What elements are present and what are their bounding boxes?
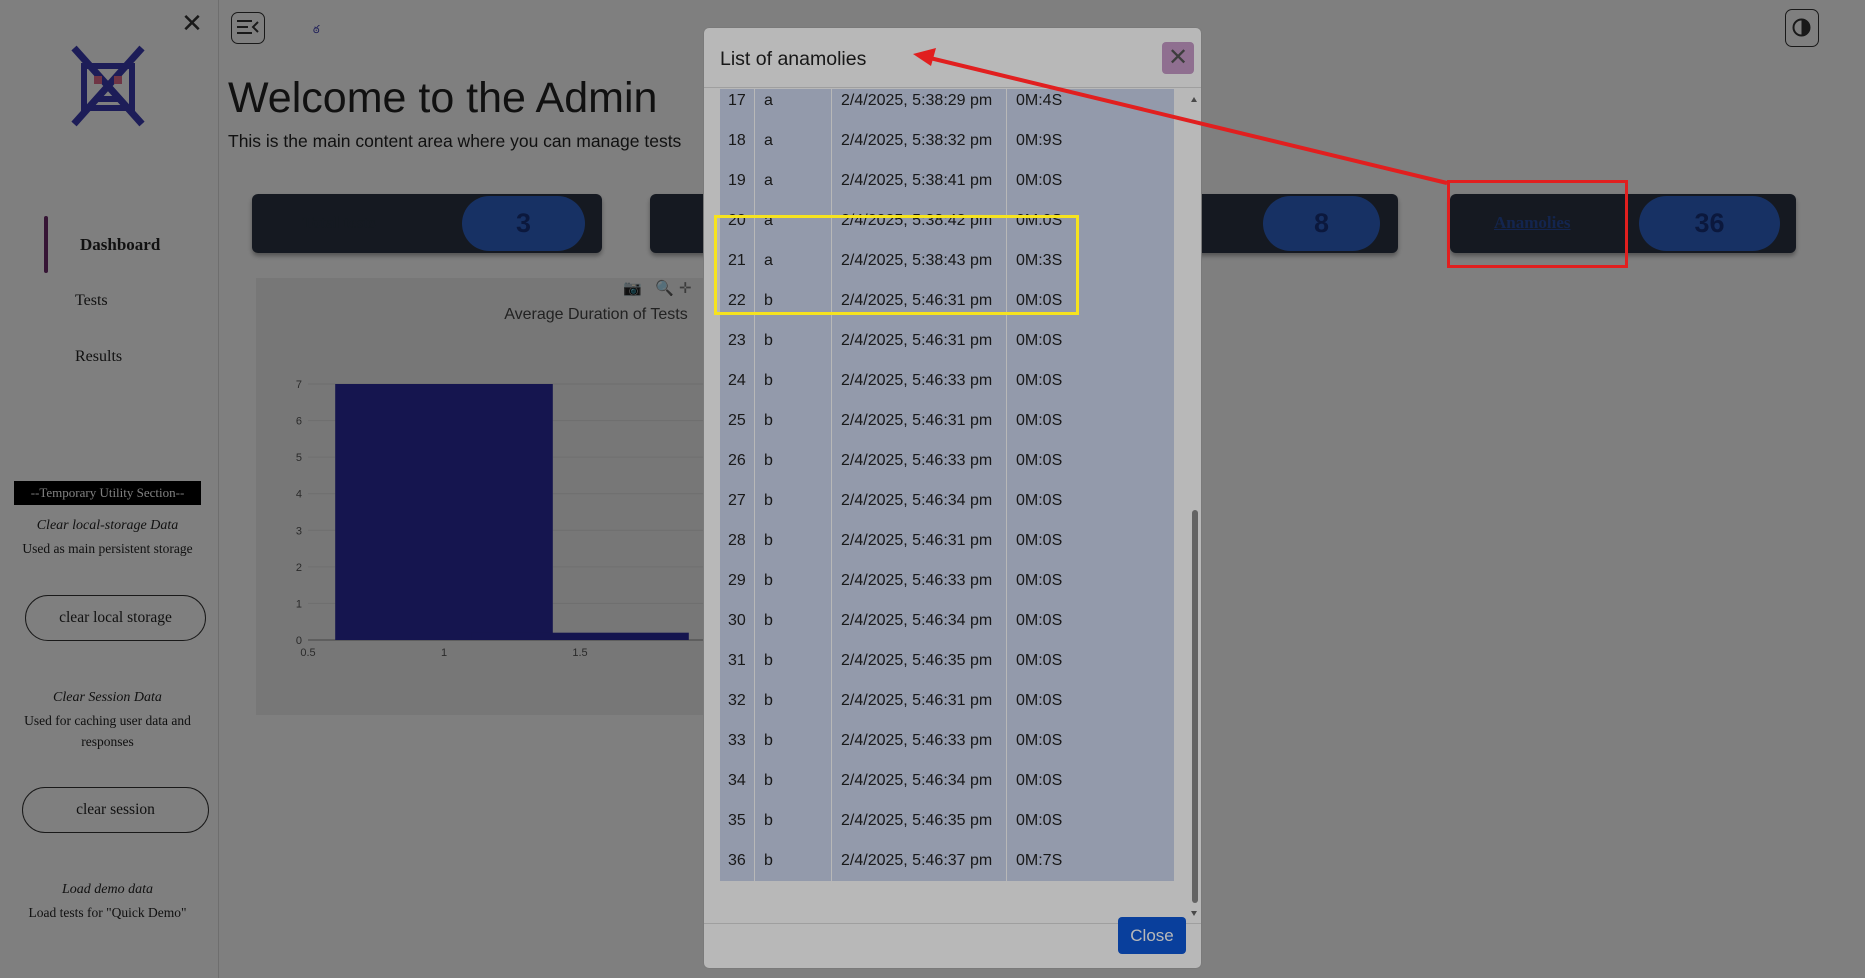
row-number: 28	[728, 532, 746, 549]
highlight-box-yellow	[714, 215, 1079, 315]
row-number: 33	[728, 732, 746, 749]
row-user: a	[764, 92, 773, 109]
table-row: 32 b 2/4/2025, 5:46:31 pm 0M:0S	[720, 681, 1174, 721]
table-row: 31 b 2/4/2025, 5:46:35 pm 0M:0S	[720, 641, 1174, 681]
close-button[interactable]: Close	[1118, 917, 1186, 954]
row-number: 24	[728, 372, 746, 389]
row-duration: 0M:0S	[1016, 332, 1063, 349]
row-number: 17	[728, 92, 746, 109]
row-user: b	[764, 492, 773, 509]
anomalies-table: 17 a 2/4/2025, 5:38:29 pm 0M:4S 18 a 2/4/2025,…	[720, 89, 1174, 881]
row-user: a	[764, 172, 773, 189]
row-duration: 0M:0S	[1016, 812, 1063, 829]
row-number: 25	[728, 412, 746, 429]
row-user: b	[764, 692, 773, 709]
row-duration: 0M:0S	[1016, 412, 1063, 429]
row-number: 19	[728, 172, 746, 189]
modal-header: List of anamolies ✕	[704, 28, 1201, 88]
row-date: 2/4/2025, 5:46:35 pm	[841, 812, 993, 829]
scrollbar-thumb[interactable]	[1192, 510, 1198, 903]
table-row: 25 b 2/4/2025, 5:46:31 pm 0M:0S	[720, 401, 1174, 441]
table-row: 28 b 2/4/2025, 5:46:31 pm 0M:0S	[720, 521, 1174, 561]
table-row: 24 b 2/4/2025, 5:46:33 pm 0M:0S	[720, 361, 1174, 401]
row-user: b	[764, 332, 773, 349]
row-duration: 0M:0S	[1016, 772, 1063, 789]
row-user: b	[764, 612, 773, 629]
row-date: 2/4/2025, 5:38:41 pm	[841, 172, 993, 189]
table-row: 19 a 2/4/2025, 5:38:41 pm 0M:0S	[720, 161, 1174, 201]
row-number: 36	[728, 852, 746, 869]
table-row: 17 a 2/4/2025, 5:38:29 pm 0M:4S	[720, 89, 1174, 121]
close-icon[interactable]: ✕	[1162, 42, 1194, 74]
row-duration: 0M:0S	[1016, 372, 1063, 389]
table-row: 34 b 2/4/2025, 5:46:34 pm 0M:0S	[720, 761, 1174, 801]
row-number: 32	[728, 692, 746, 709]
row-user: b	[764, 652, 773, 669]
row-user: b	[764, 372, 773, 389]
table-row: 27 b 2/4/2025, 5:46:34 pm 0M:0S	[720, 481, 1174, 521]
row-duration: 0M:0S	[1016, 532, 1063, 549]
table-row: 36 b 2/4/2025, 5:46:37 pm 0M:7S	[720, 841, 1174, 881]
row-duration: 0M:4S	[1016, 92, 1063, 109]
row-duration: 0M:0S	[1016, 172, 1063, 189]
modal-title: List of anamolies	[720, 48, 867, 70]
row-number: 27	[728, 492, 746, 509]
row-date: 2/4/2025, 5:46:34 pm	[841, 772, 993, 789]
row-user: b	[764, 732, 773, 749]
row-number: 23	[728, 332, 746, 349]
row-date: 2/4/2025, 5:46:31 pm	[841, 692, 993, 709]
row-user: b	[764, 772, 773, 789]
anomalies-modal: List of anamolies ✕ 17 a 2/4/2025, 5:38:29…	[703, 27, 1202, 969]
row-user: b	[764, 852, 773, 869]
row-date: 2/4/2025, 5:46:37 pm	[841, 852, 993, 869]
row-date: 2/4/2025, 5:46:33 pm	[841, 372, 993, 389]
row-duration: 0M:7S	[1016, 852, 1063, 869]
table-row: 33 b 2/4/2025, 5:46:33 pm 0M:0S	[720, 721, 1174, 761]
row-date: 2/4/2025, 5:46:33 pm	[841, 452, 993, 469]
highlight-box-red	[1447, 180, 1628, 268]
row-user: b	[764, 452, 773, 469]
row-user: b	[764, 532, 773, 549]
row-duration: 0M:0S	[1016, 572, 1063, 589]
row-date: 2/4/2025, 5:46:33 pm	[841, 572, 993, 589]
row-date: 2/4/2025, 5:38:32 pm	[841, 132, 993, 149]
row-user: a	[764, 132, 773, 149]
table-row: 30 b 2/4/2025, 5:46:34 pm 0M:0S	[720, 601, 1174, 641]
table-row: 35 b 2/4/2025, 5:46:35 pm 0M:0S	[720, 801, 1174, 841]
row-user: b	[764, 412, 773, 429]
row-number: 26	[728, 452, 746, 469]
row-date: 2/4/2025, 5:46:34 pm	[841, 612, 993, 629]
row-number: 18	[728, 132, 746, 149]
row-duration: 0M:0S	[1016, 612, 1063, 629]
row-number: 30	[728, 612, 746, 629]
row-date: 2/4/2025, 5:46:34 pm	[841, 492, 993, 509]
row-number: 31	[728, 652, 746, 669]
row-duration: 0M:0S	[1016, 492, 1063, 509]
row-date: 2/4/2025, 5:46:35 pm	[841, 652, 993, 669]
row-user: b	[764, 812, 773, 829]
row-date: 2/4/2025, 5:46:31 pm	[841, 532, 993, 549]
row-number: 35	[728, 812, 746, 829]
row-date: 2/4/2025, 5:46:33 pm	[841, 732, 993, 749]
row-user: b	[764, 572, 773, 589]
table-row: 26 b 2/4/2025, 5:46:33 pm 0M:0S	[720, 441, 1174, 481]
scrollbar[interactable]	[1188, 89, 1200, 923]
table-row: 29 b 2/4/2025, 5:46:33 pm 0M:0S	[720, 561, 1174, 601]
row-duration: 0M:0S	[1016, 652, 1063, 669]
row-number: 34	[728, 772, 746, 789]
row-date: 2/4/2025, 5:46:31 pm	[841, 412, 993, 429]
row-duration: 0M:0S	[1016, 692, 1063, 709]
row-duration: 0M:9S	[1016, 132, 1063, 149]
row-date: 2/4/2025, 5:38:29 pm	[841, 92, 993, 109]
row-duration: 0M:0S	[1016, 732, 1063, 749]
table-row: 18 a 2/4/2025, 5:38:32 pm 0M:9S	[720, 121, 1174, 161]
row-number: 29	[728, 572, 746, 589]
row-duration: 0M:0S	[1016, 452, 1063, 469]
row-date: 2/4/2025, 5:46:31 pm	[841, 332, 993, 349]
table-row: 23 b 2/4/2025, 5:46:31 pm 0M:0S	[720, 321, 1174, 361]
